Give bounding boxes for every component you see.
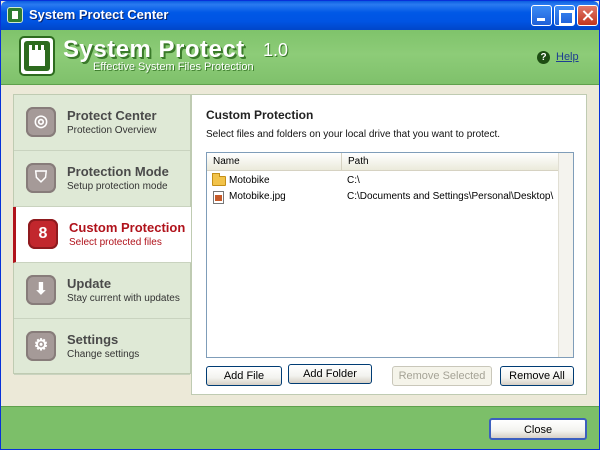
list-item[interactable]: Motobike.jpg C:\Documents and Settings\P… (207, 189, 559, 205)
app-icon (7, 7, 23, 23)
page-description: Select files and folders on your local d… (206, 129, 501, 140)
footer-bar: Close (1, 406, 599, 449)
list-item-name: Motobike.jpg (229, 191, 286, 202)
close-window-button[interactable] (577, 5, 598, 26)
shield-icon: ⛉ (26, 163, 56, 193)
list-item-path: C:\Documents and Settings\Personal\Deskt… (347, 191, 554, 202)
content-panel: Custom Protection Select files and folde… (191, 94, 587, 395)
add-folder-button[interactable]: Add Folder (288, 364, 372, 384)
folder-icon (212, 173, 226, 186)
sidebar-item-protection-mode[interactable]: ⛉ Protection Mode Setup protection mode (14, 151, 190, 207)
sidebar-item-subtitle: Stay current with updates (67, 293, 180, 304)
download-arrow-icon: ⬇ (26, 275, 56, 305)
column-header-path[interactable]: Path (342, 153, 559, 171)
list-item[interactable]: Motobike C:\ (207, 173, 559, 189)
list-header: Name Path (207, 153, 559, 171)
remove-all-button[interactable]: Remove All (500, 366, 574, 386)
sidebar-item-title: Update (67, 276, 112, 291)
help-icon[interactable]: ? (537, 51, 550, 64)
header-banner: System Protect 1.0 Effective System File… (1, 30, 599, 85)
sidebar-item-update[interactable]: ⬇ Update Stay current with updates (14, 263, 190, 319)
castle-logo-icon (19, 36, 55, 76)
maximize-button[interactable] (554, 5, 575, 26)
sidebar-item-subtitle: Select protected files (69, 237, 162, 248)
custom-protection-icon: 8 (28, 219, 58, 249)
sidebar-item-title: Settings (67, 332, 119, 347)
title-bar[interactable]: System Protect Center (1, 1, 599, 30)
list-scrollbar[interactable] (558, 153, 573, 357)
gears-icon: ⚙ (26, 331, 56, 361)
remove-selected-button[interactable]: Remove Selected (392, 366, 492, 386)
minimize-button[interactable] (531, 5, 552, 26)
protected-files-list[interactable]: Name Path Motobike C:\ Motobike.jpg C:\D… (206, 152, 574, 358)
sidebar: ◎ Protect Center Protection Overview ⛉ P… (13, 94, 192, 375)
column-header-name[interactable]: Name (207, 153, 342, 171)
page-title: Custom Protection (206, 108, 314, 122)
help-link[interactable]: Help (556, 51, 579, 63)
sidebar-item-title: Protect Center (67, 108, 157, 123)
image-file-icon (213, 191, 224, 204)
product-version: 1.0 (263, 40, 289, 60)
sidebar-item-protect-center[interactable]: ◎ Protect Center Protection Overview (14, 95, 190, 151)
sidebar-item-custom-protection[interactable]: 8 Custom Protection Select protected fil… (13, 207, 192, 263)
sidebar-item-title: Protection Mode (67, 164, 169, 179)
list-item-name: Motobike (229, 175, 270, 186)
add-file-button[interactable]: Add File (206, 366, 282, 386)
product-name: System Protect (63, 36, 245, 63)
sidebar-item-subtitle: Change settings (67, 349, 140, 360)
sidebar-item-subtitle: Setup protection mode (67, 181, 168, 192)
sidebar-item-settings[interactable]: ⚙ Settings Change settings (14, 319, 190, 375)
app-window: System Protect Center System Protect 1.0… (0, 0, 600, 450)
target-icon: ◎ (26, 107, 56, 137)
close-button[interactable]: Close (489, 418, 587, 440)
window-title: System Protect Center (29, 7, 169, 22)
sidebar-item-subtitle: Protection Overview (67, 125, 157, 136)
list-item-path: C:\ (347, 175, 360, 186)
sidebar-item-title: Custom Protection (69, 220, 186, 235)
product-tagline: Effective System Files Protection (93, 61, 254, 73)
